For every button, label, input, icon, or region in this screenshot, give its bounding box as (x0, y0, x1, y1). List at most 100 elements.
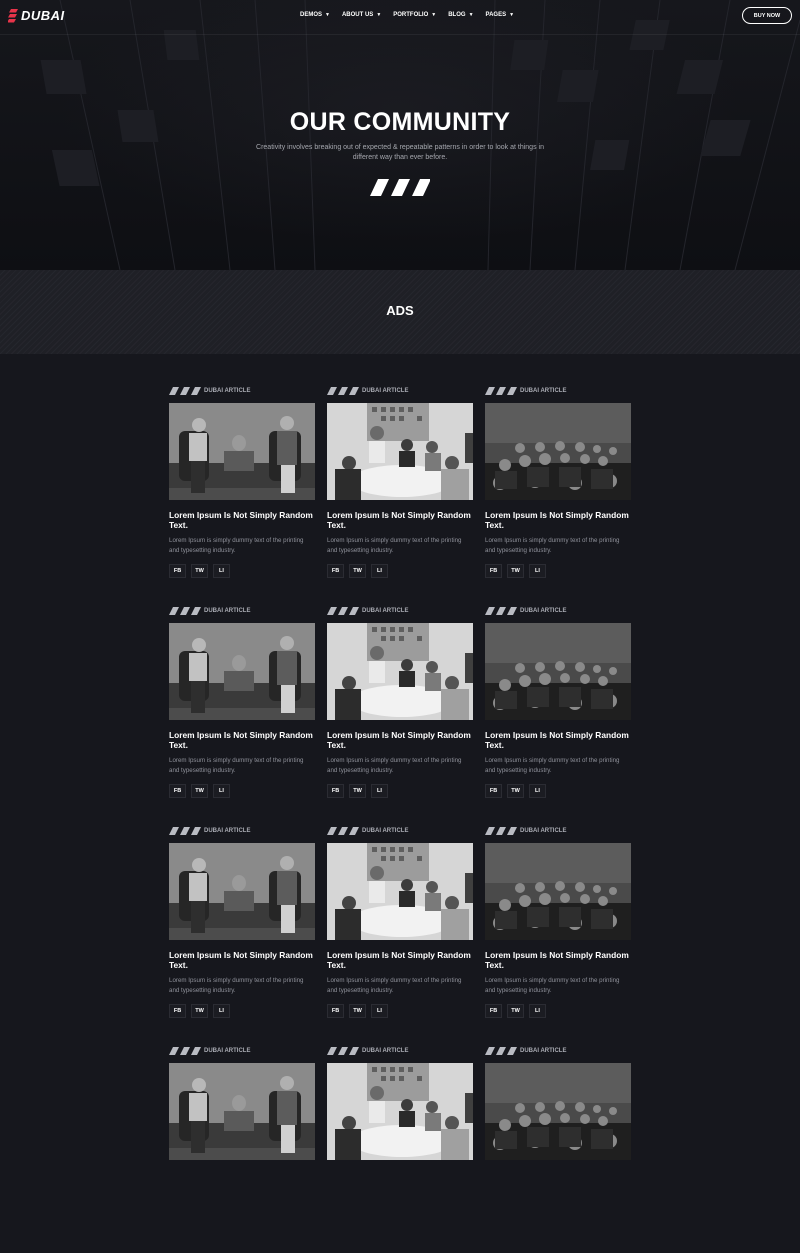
chevron-down-icon: ▼ (325, 12, 330, 18)
stripes-icon (169, 387, 201, 395)
article-card: DUBAI ARTICLE Lorem Ipsum Is Not Simply … (169, 826, 315, 1033)
article-card: DUBAI ARTICLE (485, 1046, 631, 1253)
main-menu: DEMOS ▼ ABOUT US ▼ PORTFOLIO ▼ BLOG ▼ PAGES ▼ (300, 12, 526, 18)
article-title[interactable]: Lorem Ipsum Is Not Simply Random Text. (169, 730, 315, 750)
share-tw-button[interactable]: TW (507, 1004, 524, 1018)
office-meeting-photo[interactable] (169, 843, 315, 940)
article-title[interactable]: Lorem Ipsum Is Not Simply Random Text. (485, 510, 631, 530)
card-header: DUBAI ARTICLE (485, 826, 631, 836)
article-card: DUBAI ARTICLE (327, 1046, 473, 1253)
audience-photo[interactable] (485, 623, 631, 720)
share-li-button[interactable]: LI (529, 1004, 546, 1018)
office-meeting-photo[interactable] (169, 1063, 315, 1160)
share-fb-button[interactable]: FB (169, 1004, 186, 1018)
team-table-photo[interactable] (327, 843, 473, 940)
share-fb-button[interactable]: FB (327, 784, 344, 798)
share-li-button[interactable]: LI (213, 1004, 230, 1018)
menu-item-blog[interactable]: BLOG ▼ (448, 12, 473, 18)
site-logo[interactable]: DUBAI (8, 8, 65, 23)
article-title[interactable]: Lorem Ipsum Is Not Simply Random Text. (169, 950, 315, 970)
article-description: Lorem Ipsum is simply dummy text of the … (169, 977, 304, 994)
article-title[interactable]: Lorem Ipsum Is Not Simply Random Text. (327, 730, 473, 750)
stripes-icon (327, 1047, 359, 1055)
share-tw-button[interactable]: TW (507, 564, 524, 578)
menu-item-demos[interactable]: DEMOS ▼ (300, 12, 330, 18)
team-table-photo[interactable] (327, 403, 473, 500)
share-fb-button[interactable]: FB (485, 1004, 502, 1018)
office-meeting-photo[interactable] (169, 623, 315, 720)
menu-label: PORTFOLIO (393, 12, 429, 18)
stripes-icon (327, 387, 359, 395)
share-li-button[interactable]: LI (529, 784, 546, 798)
audience-photo[interactable] (485, 403, 631, 500)
article-title[interactable]: Lorem Ipsum Is Not Simply Random Text. (327, 510, 473, 530)
article-tag: DUBAI ARTICLE (520, 388, 567, 394)
article-tag: DUBAI ARTICLE (520, 1048, 567, 1054)
stripes-icon (169, 827, 201, 835)
social-links: FB TW LI (327, 1004, 473, 1018)
article-description: Lorem Ipsum is simply dummy text of the … (485, 537, 620, 554)
logo-text: DUBAI (21, 8, 65, 23)
buy-now-button[interactable]: BUY NOW (742, 7, 792, 24)
chevron-down-icon: ▼ (431, 12, 437, 18)
menu-item-portfolio[interactable]: PORTFOLIO ▼ (393, 12, 436, 18)
team-table-photo[interactable] (327, 623, 473, 720)
article-card: DUBAI ARTICLE Lorem Ipsum Is Not Simply … (327, 826, 473, 1033)
article-card: DUBAI ARTICLE Lorem Ipsum Is Not Simply … (169, 386, 315, 593)
share-tw-button[interactable]: TW (191, 1004, 208, 1018)
share-li-button[interactable]: LI (213, 564, 230, 578)
card-header: DUBAI ARTICLE (485, 386, 631, 396)
article-title[interactable]: Lorem Ipsum Is Not Simply Random Text. (169, 510, 315, 530)
share-fb-button[interactable]: FB (169, 784, 186, 798)
article-description: Lorem Ipsum is simply dummy text of the … (327, 977, 462, 994)
social-links: FB TW LI (485, 564, 631, 578)
article-tag: DUBAI ARTICLE (204, 1048, 251, 1054)
share-fb-button[interactable]: FB (327, 1004, 344, 1018)
social-links: FB TW LI (485, 784, 631, 798)
article-card: DUBAI ARTICLE (169, 1046, 315, 1253)
audience-photo[interactable] (485, 1063, 631, 1160)
article-card: DUBAI ARTICLE Lorem Ipsum Is Not Simply … (169, 606, 315, 813)
share-li-button[interactable]: LI (529, 564, 546, 578)
audience-photo[interactable] (485, 843, 631, 940)
share-tw-button[interactable]: TW (507, 784, 524, 798)
menu-item-pages[interactable]: PAGES ▼ (486, 12, 515, 18)
social-links: FB TW LI (327, 784, 473, 798)
article-tag: DUBAI ARTICLE (362, 1048, 409, 1054)
card-header: DUBAI ARTICLE (169, 386, 315, 396)
share-li-button[interactable]: LI (371, 784, 388, 798)
page-title: OUR COMMUNITY (289, 108, 511, 136)
section-title: ADS (386, 303, 414, 318)
share-tw-button[interactable]: TW (191, 784, 208, 798)
article-title[interactable]: Lorem Ipsum Is Not Simply Random Text. (485, 730, 631, 750)
article-tag: DUBAI ARTICLE (204, 608, 251, 614)
social-links: FB TW LI (327, 564, 473, 578)
page-subtitle: Creativity involves breaking out of expe… (256, 144, 544, 161)
share-tw-button[interactable]: TW (349, 1004, 366, 1018)
article-title[interactable]: Lorem Ipsum Is Not Simply Random Text. (327, 950, 473, 970)
share-tw-button[interactable]: TW (349, 564, 366, 578)
stripes-icon (485, 827, 517, 835)
article-card: DUBAI ARTICLE Lorem Ipsum Is Not Simply … (485, 826, 631, 1033)
office-meeting-photo[interactable] (169, 403, 315, 500)
card-header: DUBAI ARTICLE (327, 1046, 473, 1056)
share-li-button[interactable]: LI (213, 784, 230, 798)
article-card: DUBAI ARTICLE Lorem Ipsum Is Not Simply … (485, 606, 631, 813)
article-title[interactable]: Lorem Ipsum Is Not Simply Random Text. (485, 950, 631, 970)
share-fb-button[interactable]: FB (485, 564, 502, 578)
share-tw-button[interactable]: TW (349, 784, 366, 798)
team-table-photo[interactable] (327, 1063, 473, 1160)
share-li-button[interactable]: LI (371, 564, 388, 578)
share-fb-button[interactable]: FB (485, 784, 502, 798)
article-tag: DUBAI ARTICLE (204, 828, 251, 834)
share-fb-button[interactable]: FB (327, 564, 344, 578)
hero-section: DUBAI DEMOS ▼ ABOUT US ▼ PORTFOLIO ▼ BLOG ▼ … (0, 0, 800, 270)
card-header: DUBAI ARTICLE (327, 606, 473, 616)
stripes-icon (327, 607, 359, 615)
share-li-button[interactable]: LI (371, 1004, 388, 1018)
article-description: Lorem Ipsum is simply dummy text of the … (169, 757, 304, 774)
menu-item-about-us[interactable]: ABOUT US ▼ (342, 12, 381, 18)
share-fb-button[interactable]: FB (169, 564, 186, 578)
share-tw-button[interactable]: TW (191, 564, 208, 578)
social-links: FB TW LI (485, 1004, 631, 1018)
